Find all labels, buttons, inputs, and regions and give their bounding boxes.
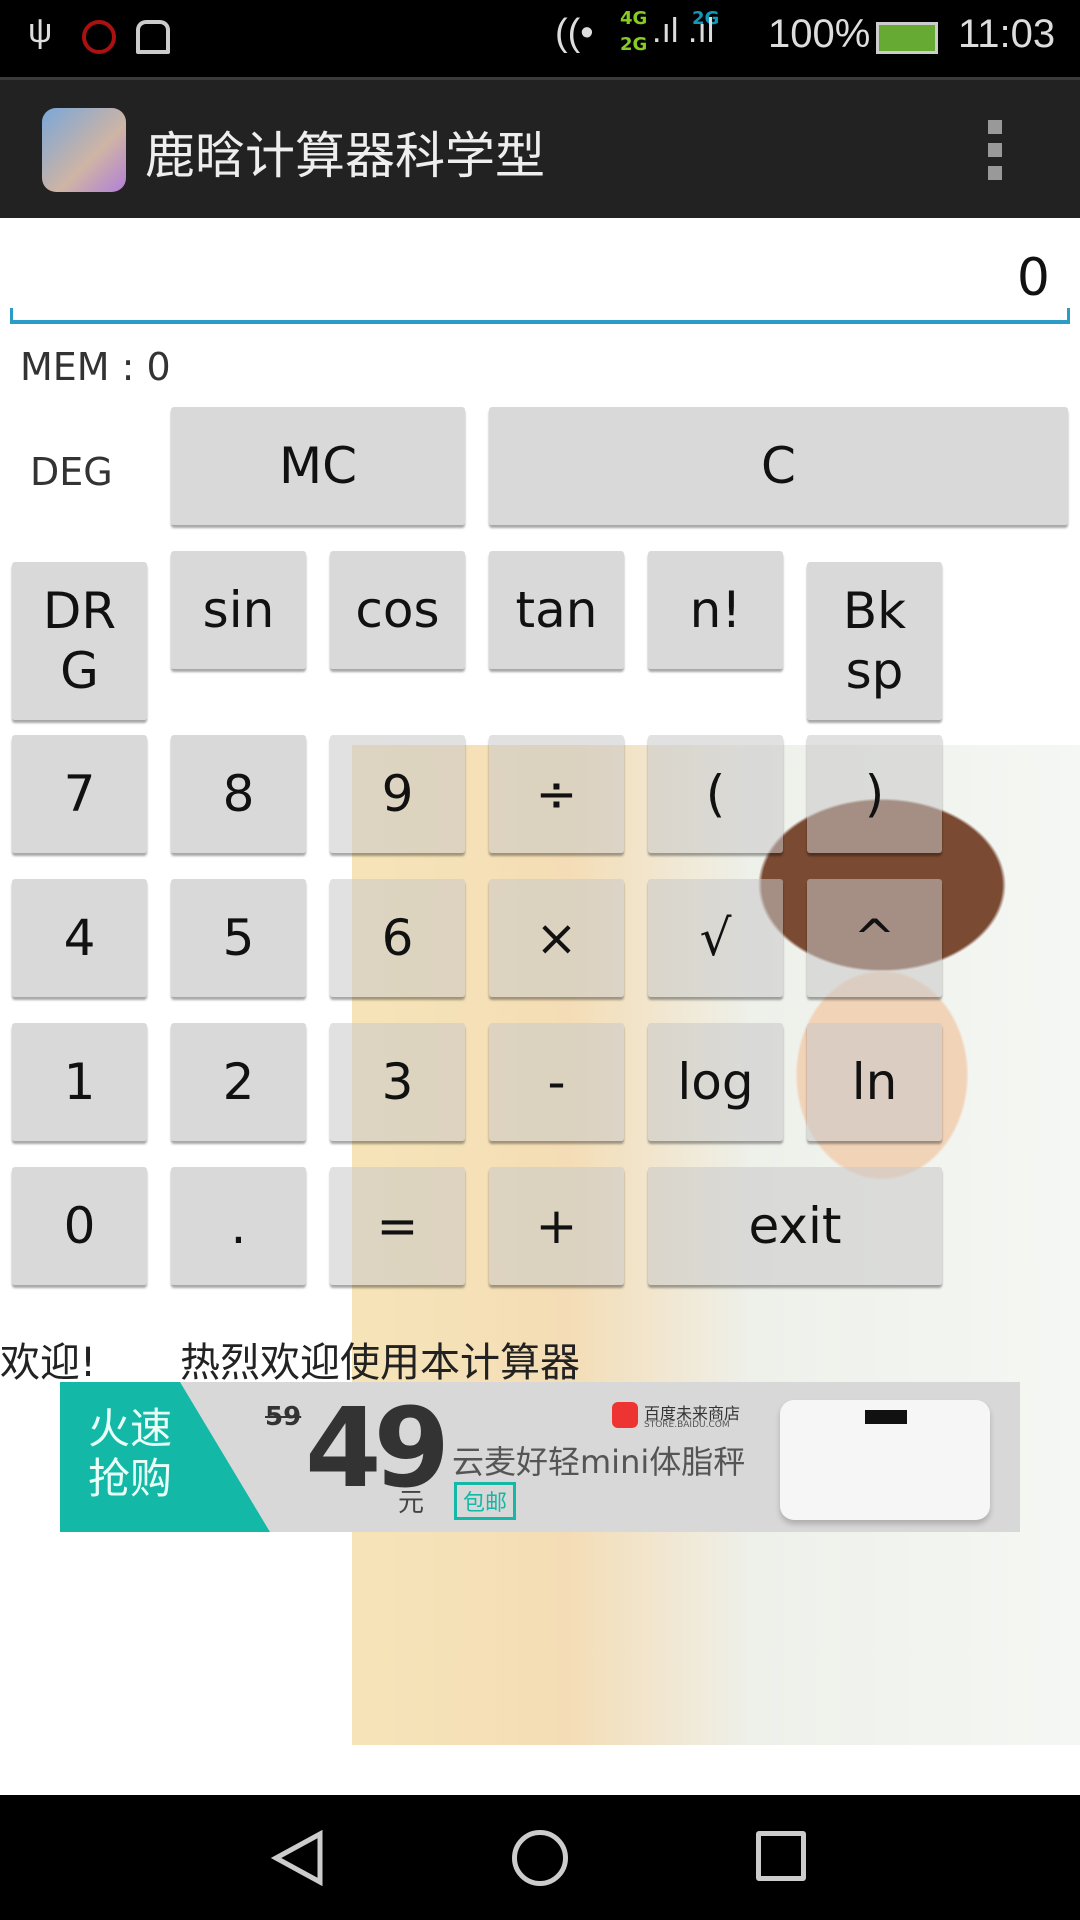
key-2[interactable]: 2 [171, 1023, 306, 1141]
cos-button[interactable]: cos [330, 551, 465, 669]
welcome-message: 热烈欢迎使用本计算器 [180, 1340, 580, 1386]
equals-button[interactable]: = [330, 1167, 465, 1285]
subtract-button[interactable]: - [489, 1023, 624, 1141]
back-icon[interactable] [270, 1830, 330, 1886]
power-button[interactable]: ^ [807, 879, 942, 997]
ad-price-unit: 元 [398, 1488, 425, 1518]
sin-button[interactable]: sin [171, 551, 306, 669]
drg-button[interactable]: DR G [12, 562, 147, 720]
network-type-1: 4G [620, 8, 648, 29]
scale-product-image [780, 1400, 990, 1520]
key-6[interactable]: 6 [330, 879, 465, 997]
factorial-button[interactable]: n! [648, 551, 783, 669]
open-paren-button[interactable]: ( [648, 735, 783, 853]
angle-mode: DEG [30, 450, 113, 494]
battery-charging-icon [876, 22, 938, 54]
status-bar: ψ ((• 4G 2G 2G .ıl .ıl 100% 11:03 [0, 0, 1080, 77]
key-0[interactable]: 0 [12, 1167, 147, 1285]
add-button[interactable]: + [489, 1167, 624, 1285]
ad-tag: 火速抢购 [88, 1404, 173, 1503]
ln-button[interactable]: ln [807, 1023, 942, 1141]
memory-label: MEM : [20, 345, 147, 389]
display-value: 0 [1016, 248, 1050, 308]
home-icon[interactable] [512, 1830, 568, 1886]
close-paren-button[interactable]: ) [807, 735, 942, 853]
usb-icon: ψ [28, 12, 53, 50]
exit-button[interactable]: exit [648, 1167, 942, 1285]
tan-button[interactable]: tan [489, 551, 624, 669]
backspace-button[interactable]: Bk sp [807, 562, 942, 720]
memory-value: 0 [146, 345, 171, 389]
key-8[interactable]: 8 [171, 735, 306, 853]
battery-percent: 100% [768, 12, 871, 56]
multiply-button[interactable]: × [489, 879, 624, 997]
wifi-icon: ((• [555, 12, 594, 54]
ad-store-url: STORE.BAIDU.COM [644, 1420, 730, 1430]
baidu-store-logo [612, 1402, 638, 1428]
clear-button[interactable]: C [489, 407, 1068, 525]
key-9[interactable]: 9 [330, 735, 465, 853]
memory-indicator: MEM : 0 [20, 345, 171, 389]
more-vert-icon[interactable] [988, 120, 1002, 180]
ad-product: 云麦好轻mini体脂秤 [452, 1443, 746, 1481]
sqrt-button[interactable]: √ [648, 879, 783, 997]
key-5[interactable]: 5 [171, 879, 306, 997]
network-type-1b: 2G [620, 34, 648, 55]
clock: 11:03 [958, 12, 1056, 56]
app-title: 鹿晗计算器科学型 [145, 127, 545, 185]
decimal-button[interactable]: . [171, 1167, 306, 1285]
display-field[interactable]: 0 [10, 218, 1070, 324]
alarm-icon [82, 20, 116, 54]
navigation-bar [0, 1795, 1080, 1920]
key-7[interactable]: 7 [12, 735, 147, 853]
key-4[interactable]: 4 [12, 879, 147, 997]
mc-button[interactable]: MC [171, 407, 465, 525]
key-1[interactable]: 1 [12, 1023, 147, 1141]
ad-shipping-badge: 包邮 [454, 1482, 517, 1520]
app-bar: 鹿晗计算器科学型 [0, 77, 1080, 218]
signal-icon: .ıl .ıl [652, 12, 715, 50]
ad-old-price: 59 [265, 1402, 302, 1432]
divide-button[interactable]: ÷ [489, 735, 624, 853]
key-3[interactable]: 3 [330, 1023, 465, 1141]
app-icon [42, 108, 126, 192]
welcome-label: 欢迎! [0, 1340, 97, 1386]
ad-banner[interactable]: 火速抢购 59 49 元 百度未来商店 STORE.BAIDU.COM 云麦好轻… [60, 1382, 1020, 1532]
recents-icon[interactable] [756, 1831, 806, 1881]
log-button[interactable]: log [648, 1023, 783, 1141]
android-debug-icon [136, 20, 170, 54]
